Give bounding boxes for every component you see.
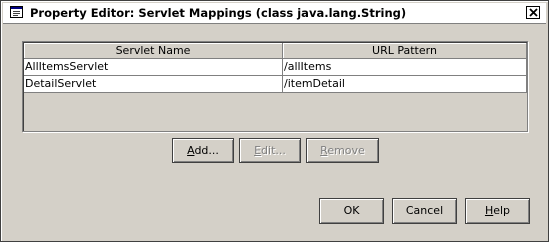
help-label: elp [493, 204, 511, 217]
remove-button[interactable]: Remove [306, 138, 379, 163]
close-button[interactable] [526, 6, 540, 19]
help-mnemonic: H [484, 204, 494, 217]
add-button[interactable]: Add... [172, 138, 234, 163]
title-bar[interactable]: Property Editor: Servlet Mappings (class… [3, 3, 546, 24]
column-header-servlet-name[interactable]: Servlet Name [24, 43, 283, 59]
column-header-url-pattern[interactable]: URL Pattern [283, 43, 527, 59]
table-cell-url-pattern[interactable]: /allItems [283, 59, 527, 76]
ok-button[interactable]: OK [319, 198, 384, 224]
help-button[interactable]: Help [465, 198, 530, 224]
window-title: Property Editor: Servlet Mappings (class… [30, 6, 407, 20]
table-cell-url-pattern[interactable]: /itemDetail [283, 76, 527, 93]
servlet-mappings-table[interactable]: Servlet Name URL Pattern AllItemsServlet… [22, 41, 528, 132]
add-label: dd... [194, 144, 219, 157]
cancel-button[interactable]: Cancel [392, 198, 457, 224]
edit-mnemonic: E [254, 144, 262, 157]
window-icon [10, 6, 24, 19]
remove-label: emove [327, 144, 365, 157]
table-cell-servlet-name[interactable]: DetailServlet [24, 76, 283, 93]
edit-label: dit... [261, 144, 286, 157]
close-icon [529, 8, 538, 17]
edit-button[interactable]: Edit... [239, 138, 301, 163]
property-editor-dialog: Property Editor: Servlet Mappings (class… [0, 0, 549, 242]
table-cell-servlet-name[interactable]: AllItemsServlet [24, 59, 283, 76]
